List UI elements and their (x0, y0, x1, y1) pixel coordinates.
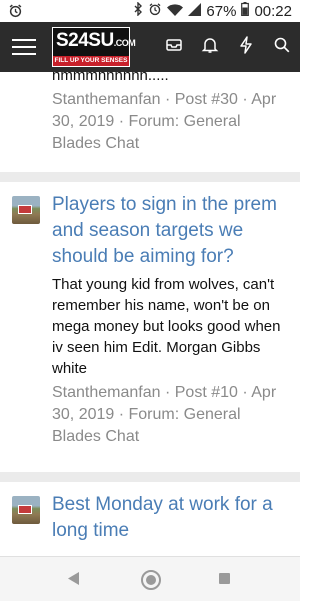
result-snippet: That young kid from wolves, can't rememb… (52, 276, 281, 377)
meta-separator: · (237, 384, 252, 401)
wifi-icon (167, 3, 184, 20)
result-post: Post #10 (174, 384, 238, 401)
result-meta: Stanthemanfan · Post #10 · Apr 30, 2019 … (52, 382, 290, 448)
bluetooth-icon (133, 1, 143, 20)
status-bar: 67% 00:22 (0, 0, 300, 22)
meta-separator: · (114, 406, 129, 423)
result-snippet: hmmmnnnnnn..... (52, 72, 169, 84)
menu-icon[interactable] (12, 36, 36, 56)
site-logo[interactable]: S24SU.COM FILL UP YOUR SENSES (52, 27, 136, 67)
divider (0, 172, 300, 182)
avatar[interactable] (12, 496, 40, 524)
result-author[interactable]: Stanthemanfan (52, 91, 161, 108)
system-nav-bar (0, 556, 300, 601)
search-icon[interactable] (272, 35, 292, 55)
result-title[interactable]: Players to sign in the prem and season t… (52, 192, 290, 270)
result-author[interactable]: Stanthemanfan (52, 384, 161, 401)
result-title[interactable]: Best Monday at work for a long time (52, 492, 290, 544)
battery-percent: 67% (206, 2, 237, 20)
home-icon[interactable] (141, 570, 161, 590)
result-meta: Stanthemanfan · Post #30 · Apr 30, 2019 … (52, 89, 292, 155)
avatar[interactable] (12, 196, 40, 224)
alarm-icon (8, 3, 23, 23)
meta-separator: · (160, 91, 175, 108)
meta-separator: · (237, 91, 252, 108)
bell-icon[interactable] (200, 35, 220, 55)
search-results: hmmmnnnnnn..... Stanthemanfan · Post #30… (0, 72, 300, 556)
app-header: S24SU.COM FILL UP YOUR SENSES (0, 22, 300, 72)
back-icon[interactable] (68, 572, 80, 590)
recent-apps-icon[interactable] (219, 573, 230, 584)
divider (0, 472, 300, 482)
battery-icon (241, 2, 250, 20)
logo-suffix: .COM (113, 38, 136, 48)
signal-icon (188, 2, 202, 20)
alarm-icon (148, 2, 162, 20)
meta-separator: · (114, 113, 129, 130)
bolt-icon[interactable] (236, 35, 256, 55)
logo-tagline: FILL UP YOUR SENSES (53, 56, 129, 66)
result-post: Post #30 (174, 91, 238, 108)
logo-text: S24SU (56, 30, 114, 51)
clock-time: 00:22 (254, 2, 292, 20)
result-item[interactable]: hmmmnnnnnn..... Stanthemanfan · Post #30… (52, 72, 292, 155)
inbox-icon[interactable] (164, 35, 184, 55)
meta-separator: · (160, 384, 175, 401)
